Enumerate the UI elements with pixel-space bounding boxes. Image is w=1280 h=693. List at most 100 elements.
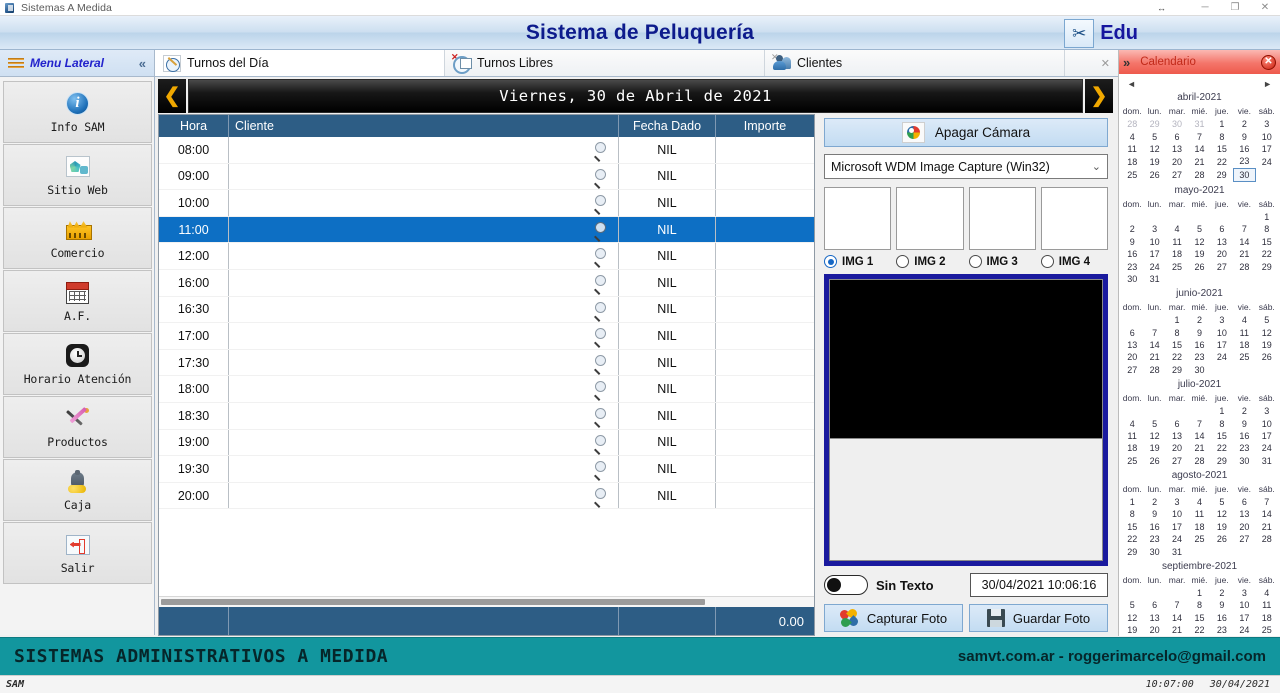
calendar-day[interactable]: 11 xyxy=(1256,599,1278,611)
close-icon[interactable]: ✕ xyxy=(1261,54,1276,70)
calendar-day[interactable]: 28 xyxy=(1188,455,1210,467)
search-icon[interactable] xyxy=(593,461,608,476)
calendar-day[interactable]: 14 xyxy=(1233,236,1255,248)
calendar-day[interactable]: 16 xyxy=(1211,612,1233,624)
calendar-day[interactable]: 11 xyxy=(1233,327,1255,339)
calendar-day[interactable]: 1 xyxy=(1166,314,1188,326)
tab-turnos-del-dia[interactable]: Turnos del Día xyxy=(155,50,445,76)
calendar-day[interactable]: 17 xyxy=(1256,430,1278,442)
search-icon[interactable] xyxy=(593,221,608,237)
search-icon[interactable] xyxy=(593,168,608,184)
calendar-day[interactable]: 26 xyxy=(1143,455,1165,467)
calendar-day[interactable]: 22 xyxy=(1211,155,1233,168)
calendar-day[interactable]: 13 xyxy=(1166,430,1188,442)
table-row[interactable]: 20:00 NIL xyxy=(159,482,814,510)
save-photo-button[interactable]: Guardar Foto xyxy=(969,604,1108,632)
calendar-day[interactable]: 15 xyxy=(1188,612,1210,624)
calendar-day[interactable]: 16 xyxy=(1233,430,1255,442)
calendar-day[interactable]: 20 xyxy=(1166,155,1188,168)
calendar-day[interactable]: 4 xyxy=(1233,314,1255,326)
calendar-day[interactable]: 1 xyxy=(1211,118,1233,130)
calendar-day[interactable]: 28 xyxy=(1143,364,1165,376)
table-row[interactable]: 17:30 NIL xyxy=(159,349,814,377)
sidebar-item-caja[interactable]: Caja xyxy=(3,459,152,521)
calendar-day[interactable]: 21 xyxy=(1256,521,1278,533)
calendar-day[interactable]: 4 xyxy=(1121,130,1143,142)
calendar-day[interactable]: 9 xyxy=(1143,508,1165,520)
calendar-day[interactable]: 29 xyxy=(1256,260,1278,272)
search-icon[interactable] xyxy=(593,248,608,263)
calendar-day[interactable]: 22 xyxy=(1121,533,1143,545)
cell-cliente[interactable] xyxy=(229,269,619,296)
next-day-button[interactable]: ❯ xyxy=(1085,79,1113,113)
table-row[interactable]: 11:00 NIL xyxy=(159,216,814,244)
calendar-day[interactable]: 2 xyxy=(1211,587,1233,599)
calendar-day[interactable]: 3 xyxy=(1256,405,1278,417)
cell-cliente[interactable] xyxy=(229,456,619,482)
calendar-day[interactable]: 1 xyxy=(1211,405,1233,417)
collapse-sidebar-button[interactable]: « xyxy=(139,56,146,71)
thumbnail-img-4[interactable] xyxy=(1040,187,1108,250)
calendar-day[interactable]: 10 xyxy=(1143,236,1165,248)
calendar-day[interactable]: 5 xyxy=(1143,130,1165,142)
text-toggle-switch[interactable] xyxy=(824,575,868,595)
calendar-day[interactable]: 8 xyxy=(1188,599,1210,611)
search-icon[interactable] xyxy=(593,328,608,343)
calendar-day[interactable]: 13 xyxy=(1166,143,1188,155)
camera-device-select[interactable]: Microsoft WDM Image Capture (Win32) ⌄ xyxy=(824,154,1108,179)
calendar-day[interactable]: 27 xyxy=(1166,168,1188,181)
calendar-day[interactable]: 17 xyxy=(1166,521,1188,533)
calendar-day[interactable]: 7 xyxy=(1143,327,1165,339)
search-icon[interactable] xyxy=(593,434,608,450)
search-icon[interactable] xyxy=(593,274,608,290)
cell-cliente[interactable] xyxy=(229,243,619,269)
calendar-day[interactable]: 21 xyxy=(1166,624,1188,636)
search-icon[interactable] xyxy=(593,354,608,370)
calendar-day[interactable]: 8 xyxy=(1211,130,1233,142)
calendar-day[interactable]: 12 xyxy=(1143,143,1165,155)
calendar-day[interactable]: 11 xyxy=(1121,430,1143,442)
calendar-day[interactable]: 15 xyxy=(1211,143,1233,155)
user-area[interactable]: ✂ Edu xyxy=(1064,17,1138,49)
calendar-day[interactable]: 19 xyxy=(1143,155,1165,168)
calendar-day[interactable]: 12 xyxy=(1188,236,1210,248)
calendar-day[interactable]: 14 xyxy=(1256,508,1278,520)
calendar-day[interactable]: 7 xyxy=(1188,417,1210,429)
column-header-fecha-dado[interactable]: Fecha Dado xyxy=(619,115,716,137)
cell-cliente[interactable] xyxy=(229,429,619,456)
calendar-day[interactable]: 8 xyxy=(1211,417,1233,429)
calendar-day[interactable]: 25 xyxy=(1166,260,1188,272)
calendar-day[interactable]: 4 xyxy=(1166,223,1188,235)
calendar-day[interactable]: 30 xyxy=(1166,118,1188,130)
horizontal-scrollbar[interactable] xyxy=(159,596,814,607)
column-header-importe[interactable]: Importe xyxy=(716,115,814,137)
calendar-day[interactable]: 22 xyxy=(1188,624,1210,636)
calendar-day[interactable]: 25 xyxy=(1233,351,1255,363)
calendar-day[interactable]: 12 xyxy=(1121,612,1143,624)
calendar-day[interactable]: 29 xyxy=(1121,545,1143,557)
sidebar-item-sitio-web[interactable]: Sitio Web xyxy=(3,144,152,206)
calendar-day[interactable]: 31 xyxy=(1256,455,1278,467)
calendar-day[interactable]: 30 xyxy=(1121,273,1143,285)
calendar-day[interactable]: 11 xyxy=(1188,508,1210,520)
calendar-day[interactable]: 2 xyxy=(1121,223,1143,235)
calendar-day[interactable]: 21 xyxy=(1143,351,1165,363)
calendar-day[interactable]: 25 xyxy=(1188,533,1210,545)
cell-cliente[interactable] xyxy=(229,296,619,323)
column-header-hora[interactable]: Hora xyxy=(159,115,229,137)
calendar-day[interactable]: 25 xyxy=(1121,455,1143,467)
calendar-day[interactable]: 29 xyxy=(1166,364,1188,376)
calendar-day[interactable]: 8 xyxy=(1121,508,1143,520)
calendar-day[interactable]: 21 xyxy=(1233,248,1255,260)
calendar-day[interactable]: 27 xyxy=(1166,455,1188,467)
calendar-day[interactable]: 24 xyxy=(1256,155,1278,168)
cell-cliente[interactable] xyxy=(229,349,619,376)
calendar-day[interactable]: 19 xyxy=(1211,521,1233,533)
calendar-day[interactable]: 13 xyxy=(1211,236,1233,248)
calendar-day[interactable]: 30 xyxy=(1143,545,1165,557)
close-tab-icon[interactable]: ✕ xyxy=(1093,57,1118,70)
calendar-day[interactable]: 2 xyxy=(1233,405,1255,417)
radio-img-3[interactable]: IMG 3 xyxy=(968,255,1036,268)
sidebar-item-af[interactable]: A.F. xyxy=(3,270,152,332)
radio-img-2[interactable]: IMG 2 xyxy=(896,255,963,268)
